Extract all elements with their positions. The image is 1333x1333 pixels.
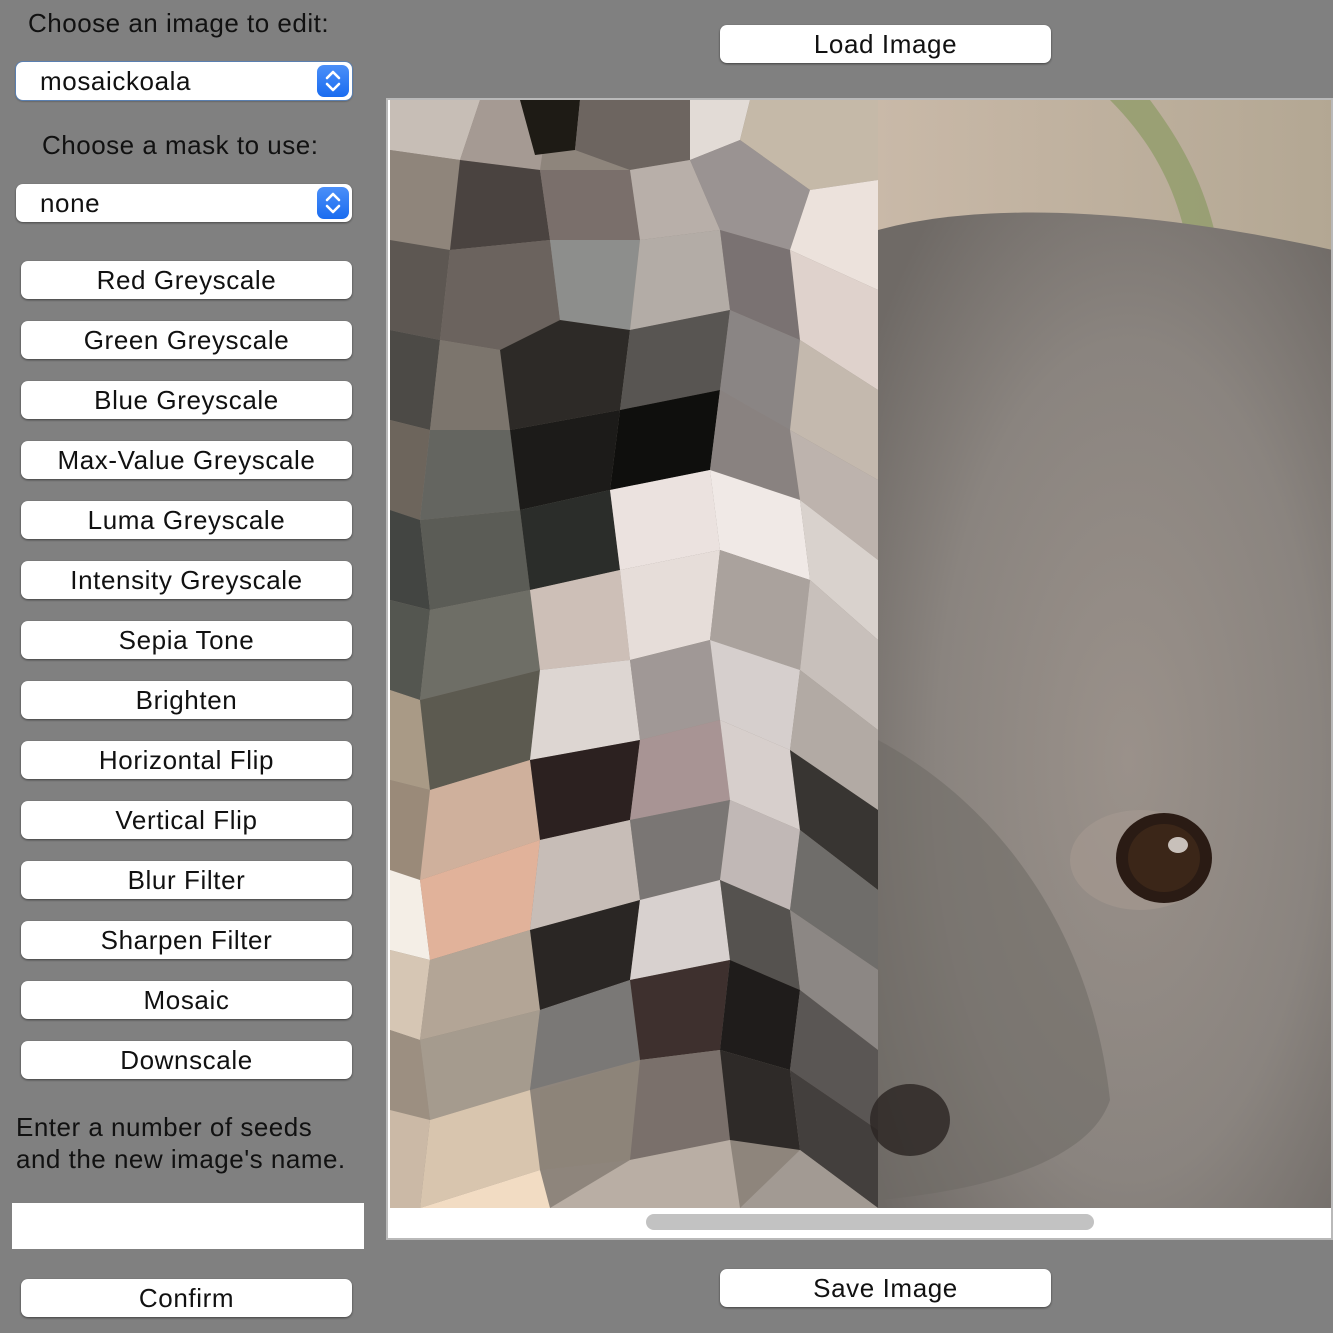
sepia-tone-button[interactable]: Sepia Tone — [21, 621, 352, 659]
green-greyscale-button[interactable]: Green Greyscale — [21, 321, 352, 359]
image-viewport[interactable] — [386, 98, 1333, 1240]
vertical-flip-button[interactable]: Vertical Flip — [21, 801, 352, 839]
mask-select[interactable]: none — [16, 184, 352, 222]
brighten-button[interactable]: Brighten — [21, 681, 352, 719]
edited-image — [390, 100, 1331, 1208]
downscale-button[interactable]: Downscale — [21, 1041, 352, 1079]
seeds-prompt-line2: and the new image's name. — [16, 1144, 346, 1174]
mask-select-label: Choose a mask to use: — [42, 130, 319, 160]
seeds-input[interactable] — [12, 1203, 364, 1249]
seeds-prompt-line1: Enter a number of seeds — [16, 1112, 313, 1142]
mosaic-button[interactable]: Mosaic — [21, 981, 352, 1019]
image-select[interactable]: mosaickoala — [16, 62, 352, 100]
max-value-greyscale-button[interactable]: Max-Value Greyscale — [21, 441, 352, 479]
blur-filter-button[interactable]: Blur Filter — [21, 861, 352, 899]
red-greyscale-button[interactable]: Red Greyscale — [21, 261, 352, 299]
image-select-value: mosaickoala — [40, 65, 192, 96]
blue-greyscale-button[interactable]: Blue Greyscale — [21, 381, 352, 419]
mask-select-value: none — [40, 187, 101, 218]
luma-greyscale-button[interactable]: Luma Greyscale — [21, 501, 352, 539]
sharpen-filter-button[interactable]: Sharpen Filter — [21, 921, 352, 959]
load-image-button[interactable]: Load Image — [720, 25, 1051, 63]
intensity-greyscale-button[interactable]: Intensity Greyscale — [21, 561, 352, 599]
select-arrows-icon[interactable] — [317, 187, 349, 219]
horizontal-scrollbar[interactable] — [646, 1214, 1094, 1230]
image-select-label: Choose an image to edit: — [28, 8, 330, 38]
koala-photo-region — [870, 100, 1331, 1208]
mosaic-region — [390, 100, 878, 1208]
horizontal-flip-button[interactable]: Horizontal Flip — [21, 741, 352, 779]
save-image-button[interactable]: Save Image — [720, 1269, 1051, 1307]
select-arrows-icon[interactable] — [317, 65, 349, 97]
confirm-button[interactable]: Confirm — [21, 1279, 352, 1317]
